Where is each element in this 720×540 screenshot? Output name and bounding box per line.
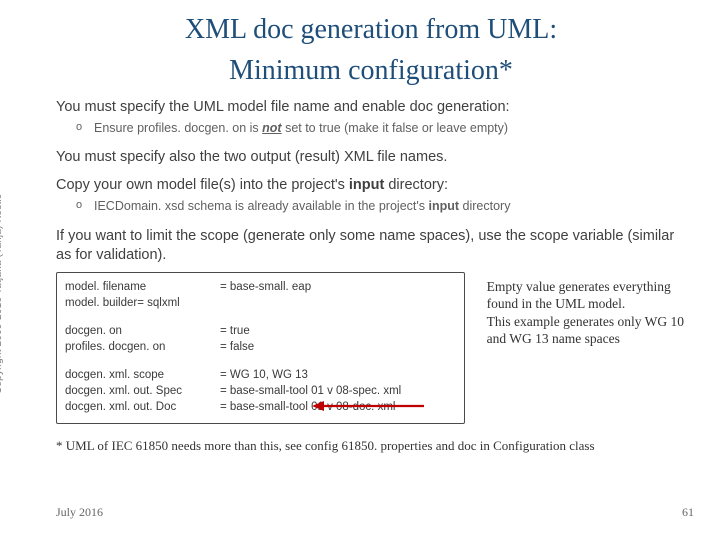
bullet-1-post: set to true (make it false or leave empt…	[282, 121, 508, 135]
config-gap	[65, 355, 456, 367]
paragraph-3: Copy your own model file(s) into the pro…	[56, 176, 686, 194]
bullet-2: IECDomain. xsd schema is already availab…	[76, 198, 686, 216]
bullet-list-2: IECDomain. xsd schema is already availab…	[76, 198, 686, 216]
bullet-list-1: Ensure profiles. docgen. on is not set t…	[76, 120, 686, 138]
config-key: docgen. xml. scope	[65, 367, 220, 383]
config-line: profiles. docgen. on= false	[65, 339, 456, 355]
page-number: 61	[682, 505, 694, 520]
config-key: model. filename	[65, 279, 220, 295]
config-key: docgen. xml. out. Spec	[65, 383, 220, 399]
config-value: = base-small-tool 01 v 08-doc. xml	[220, 399, 456, 415]
para3-bold: input	[349, 177, 384, 193]
config-value: = base-small-tool 01 v 08-spec. xml	[220, 383, 456, 399]
config-value: = base-small. eap	[220, 279, 456, 295]
config-value: = true	[220, 323, 456, 339]
config-value: = false	[220, 339, 456, 355]
config-box: model. filename= base-small. eapmodel. b…	[56, 272, 465, 425]
bullet-1-not: not	[262, 121, 281, 135]
config-line: docgen. xml. out. Doc= base-small-tool 0…	[65, 399, 456, 415]
config-key: model. builder= sqlxml	[65, 295, 220, 311]
config-key: docgen. on	[65, 323, 220, 339]
paragraph-2: You must specify also the two output (re…	[56, 148, 686, 166]
aside-note: Empty value generates everything found i…	[487, 272, 686, 348]
paragraph-1: You must specify the UML model file name…	[56, 98, 686, 116]
config-line: model. filename= base-small. eap	[65, 279, 456, 295]
bullet-1-pre: Ensure profiles. docgen. on is	[94, 121, 262, 135]
config-gap	[65, 311, 456, 323]
config-line: docgen. xml. out. Spec= base-small-tool …	[65, 383, 456, 399]
footnote: * UML of IEC 61850 needs more than this,…	[56, 438, 686, 454]
bullet-2-pre: IECDomain. xsd schema is already availab…	[94, 199, 429, 213]
config-line: docgen. on= true	[65, 323, 456, 339]
copyright-text: Copyright 2009-2016 Tatjana (Tanja) Kost…	[0, 194, 4, 394]
config-value: = WG 10, WG 13	[220, 367, 456, 383]
config-key: docgen. xml. out. Doc	[65, 399, 220, 415]
paragraph-4: If you want to limit the scope (generate…	[56, 227, 686, 263]
config-key: profiles. docgen. on	[65, 339, 220, 355]
config-line: docgen. xml. scope= WG 10, WG 13	[65, 367, 456, 383]
slide-title-line2: Minimum configuration*	[56, 53, 686, 88]
config-line: model. builder= sqlxml	[65, 295, 456, 311]
slide-title-line1: XML doc generation from UML:	[56, 12, 686, 47]
para3-pre: Copy your own model file(s) into the pro…	[56, 177, 349, 193]
bullet-2-post: directory	[459, 199, 510, 213]
bullet-1: Ensure profiles. docgen. on is not set t…	[76, 120, 686, 138]
bullet-2-bold: input	[429, 199, 460, 213]
config-value	[220, 295, 456, 311]
footer-date: July 2016	[56, 505, 103, 520]
para3-post: directory:	[384, 177, 448, 193]
